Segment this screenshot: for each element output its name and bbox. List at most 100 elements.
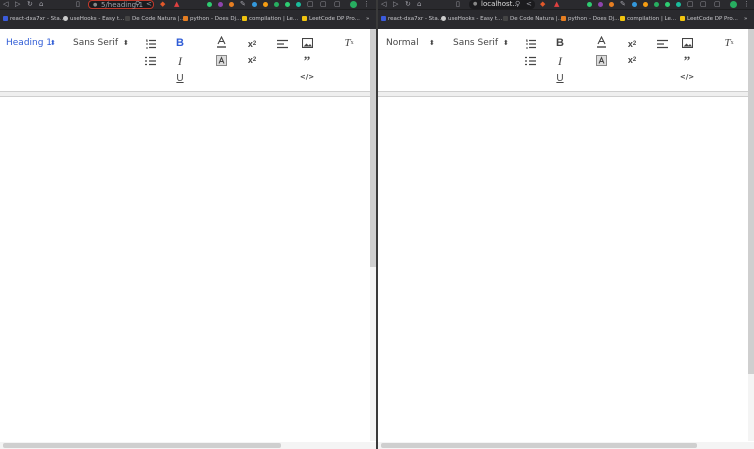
subscript-button[interactable]: x2 bbox=[625, 37, 639, 51]
blockquote-button[interactable]: ” bbox=[300, 52, 314, 68]
header-picker[interactable]: Normal bbox=[386, 37, 419, 49]
italic-button[interactable]: I bbox=[173, 54, 187, 68]
shield-icon[interactable]: ◆ bbox=[160, 0, 165, 9]
extension-icon[interactable] bbox=[229, 2, 234, 7]
back-icon[interactable]: ◁ bbox=[381, 0, 386, 9]
pen-icon[interactable]: ✎ bbox=[620, 0, 626, 9]
ordered-list-button[interactable] bbox=[523, 37, 537, 51]
extension-icon[interactable] bbox=[218, 2, 223, 7]
profile-icon[interactable] bbox=[350, 1, 357, 8]
window-icon[interactable]: ▢ bbox=[334, 0, 341, 9]
reload-icon[interactable]: ↻ bbox=[405, 0, 411, 9]
window-icon[interactable]: ▢ bbox=[714, 0, 721, 9]
font-picker-arrow-icon[interactable]: ⬍ bbox=[503, 37, 509, 49]
bookmark-icon[interactable]: ▯ bbox=[76, 0, 80, 9]
share-icon[interactable]: < bbox=[526, 0, 532, 9]
code-block-button[interactable]: </> bbox=[300, 70, 314, 84]
vertical-scrollbar[interactable] bbox=[748, 29, 754, 441]
bookmark-item[interactable]: compilation | Le... bbox=[242, 14, 298, 24]
bold-button[interactable]: B bbox=[173, 36, 187, 50]
alert-icon[interactable]: ▲ bbox=[174, 0, 179, 9]
italic-button[interactable]: I bbox=[553, 54, 567, 68]
background-color-button[interactable] bbox=[594, 53, 608, 67]
share-icon[interactable]: < bbox=[146, 0, 152, 9]
extension-icon[interactable] bbox=[285, 2, 290, 7]
bookmark-item[interactable]: compilation | Le... bbox=[620, 14, 676, 24]
url-bar[interactable]: ● 5/heading-1 bbox=[88, 0, 154, 9]
text-color-button[interactable] bbox=[594, 35, 608, 49]
window-icon[interactable]: ▢ bbox=[687, 0, 694, 9]
editor-content-area[interactable] bbox=[0, 97, 370, 442]
bookmark-item[interactable]: useHooks - Easy t... bbox=[63, 14, 124, 24]
image-button[interactable] bbox=[680, 36, 694, 50]
bookmark-item[interactable]: De Code Natura |... bbox=[125, 14, 185, 24]
reload-icon[interactable]: ↻ bbox=[27, 0, 33, 9]
zoom-icon[interactable]: ⚲ bbox=[515, 0, 520, 9]
home-icon[interactable]: ⌂ bbox=[417, 0, 421, 9]
font-picker[interactable]: Sans Serif bbox=[453, 37, 498, 49]
text-color-button[interactable] bbox=[214, 35, 228, 49]
forward-icon[interactable]: ▷ bbox=[393, 0, 398, 9]
extension-icon[interactable] bbox=[207, 2, 212, 7]
extension-icon[interactable] bbox=[587, 2, 592, 7]
font-picker[interactable]: Sans Serif bbox=[73, 37, 118, 49]
bullet-list-button[interactable] bbox=[523, 54, 537, 68]
window-icon[interactable]: ▢ bbox=[320, 0, 327, 9]
home-icon[interactable]: ⌂ bbox=[39, 0, 43, 9]
align-button[interactable] bbox=[275, 37, 289, 51]
horizontal-scrollbar[interactable] bbox=[378, 442, 754, 449]
zoom-icon[interactable]: ⚲ bbox=[135, 0, 140, 9]
editor-content-area[interactable] bbox=[378, 97, 748, 442]
clear-format-button[interactable]: Tx bbox=[722, 36, 736, 50]
bookmark-item[interactable]: react-dxa7xr - Sta... bbox=[3, 14, 65, 24]
profile-icon[interactable] bbox=[730, 1, 737, 8]
bookmarks-overflow-icon[interactable]: » bbox=[744, 14, 747, 24]
blockquote-button[interactable]: ” bbox=[680, 52, 694, 68]
menu-icon[interactable]: ⋮ bbox=[363, 0, 370, 9]
bookmark-item[interactable]: De Code Natura |... bbox=[503, 14, 563, 24]
subscript-button[interactable]: x2 bbox=[245, 37, 259, 51]
extension-icon[interactable] bbox=[632, 2, 637, 7]
bold-button[interactable]: B bbox=[553, 36, 567, 50]
back-icon[interactable]: ◁ bbox=[3, 0, 8, 9]
pen-icon[interactable]: ✎ bbox=[240, 0, 246, 9]
extension-icon[interactable] bbox=[665, 2, 670, 7]
underline-button[interactable]: U bbox=[553, 71, 567, 85]
scrollbar-thumb[interactable] bbox=[381, 443, 697, 448]
header-picker-arrow-icon[interactable]: ⬍ bbox=[50, 37, 56, 49]
header-picker-arrow-icon[interactable]: ⬍ bbox=[429, 37, 435, 49]
bookmark-item[interactable]: react-dxa7xr - Sta... bbox=[381, 14, 443, 24]
extension-icon[interactable] bbox=[296, 2, 301, 7]
extension-icon[interactable] bbox=[263, 2, 268, 7]
code-block-button[interactable]: </> bbox=[680, 70, 694, 84]
alert-icon[interactable]: ▲ bbox=[554, 0, 559, 9]
bookmark-item[interactable]: python - Does Dj... bbox=[183, 14, 241, 24]
extension-icon[interactable] bbox=[643, 2, 648, 7]
underline-button[interactable]: U bbox=[173, 71, 187, 85]
extension-icon[interactable] bbox=[598, 2, 603, 7]
scrollbar-thumb[interactable] bbox=[748, 29, 754, 374]
bookmark-item[interactable]: useHooks - Easy t... bbox=[441, 14, 502, 24]
bookmark-item[interactable]: python - Does Dj... bbox=[561, 14, 619, 24]
image-button[interactable] bbox=[300, 36, 314, 50]
ordered-list-button[interactable] bbox=[143, 37, 157, 51]
clear-format-button[interactable]: Tx bbox=[342, 36, 356, 50]
bookmark-item[interactable]: LeetCode DP Pro... bbox=[680, 14, 738, 24]
extension-icon[interactable] bbox=[609, 2, 614, 7]
horizontal-scrollbar[interactable] bbox=[0, 442, 376, 449]
extension-icon[interactable] bbox=[654, 2, 659, 7]
extension-icon[interactable] bbox=[274, 2, 279, 7]
forward-icon[interactable]: ▷ bbox=[15, 0, 20, 9]
superscript-button[interactable]: x2 bbox=[245, 53, 259, 67]
extension-icon[interactable] bbox=[252, 2, 257, 7]
header-picker[interactable]: Heading 1 bbox=[6, 37, 52, 49]
superscript-button[interactable]: x2 bbox=[625, 53, 639, 67]
shield-icon[interactable]: ◆ bbox=[540, 0, 545, 9]
window-icon[interactable]: ▢ bbox=[700, 0, 707, 9]
window-icon[interactable]: ▢ bbox=[307, 0, 314, 9]
bookmark-item[interactable]: LeetCode DP Pro... bbox=[302, 14, 360, 24]
font-picker-arrow-icon[interactable]: ⬍ bbox=[123, 37, 129, 49]
background-color-button[interactable] bbox=[214, 53, 228, 67]
scrollbar-thumb[interactable] bbox=[3, 443, 281, 448]
menu-icon[interactable]: ⋮ bbox=[743, 0, 750, 9]
